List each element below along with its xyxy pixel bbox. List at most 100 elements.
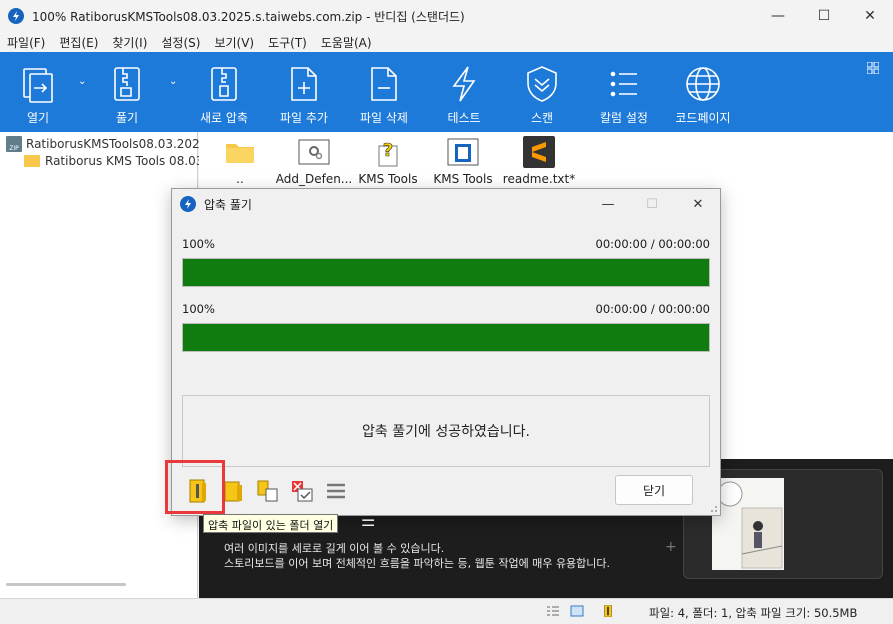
codepage-button[interactable]: 코드페이지 — [672, 52, 734, 132]
svg-text:?: ? — [383, 140, 393, 161]
tree-folder-label: Ratiborus KMS Tools 08.03. — [45, 154, 208, 168]
close-dialog-button[interactable]: 닫기 — [615, 475, 693, 505]
folder-status-icon[interactable] — [601, 605, 615, 617]
toolbar: 열기 ⌄ 풀기 ⌄ 새로 압축 파일 추가 파일 삭제 테스트 스캔 칼럼 설정… — [0, 52, 893, 132]
open-button[interactable]: 열기 — [18, 52, 58, 132]
file-item-kms-tools-help[interactable]: ? KMS Tools — [347, 136, 429, 186]
dialog-title: 압축 풀기 — [204, 197, 252, 212]
result-message-box: 압축 풀기에 성공하였습니다. — [182, 395, 710, 467]
file-name: KMS Tools — [358, 172, 418, 186]
menu-icon[interactable] — [324, 479, 348, 503]
file-item-kms-tools-app[interactable]: KMS Tools — [422, 136, 504, 186]
zip-file-icon: ZIP — [6, 136, 22, 152]
folder-icon — [24, 155, 40, 167]
settings-file-icon — [298, 139, 330, 165]
sublime-icon — [523, 136, 555, 168]
file-item-parent[interactable]: .. — [199, 136, 281, 186]
scan-button[interactable]: 스캔 — [520, 52, 564, 132]
maximize-button[interactable]: ☐ — [801, 0, 847, 32]
delete-file-button[interactable]: 파일 삭제 — [356, 52, 412, 132]
storyboard-preview-image — [712, 478, 784, 570]
tree-item-archive-root[interactable]: ZIP RatiborusKMSTools08.03.2025. — [6, 135, 211, 153]
open-label: 열기 — [26, 111, 50, 125]
test-label: 테스트 — [447, 111, 481, 125]
shield-icon — [527, 66, 557, 102]
extract-button[interactable]: 풀기 — [107, 52, 147, 132]
tree-item-folder[interactable]: Ratiborus KMS Tools 08.03. — [24, 152, 207, 170]
add-file-icon — [291, 67, 317, 101]
banner-description: 여러 이미지를 세로로 길게 이어 볼 수 있습니다. 스토리보드를 이어 보며… — [224, 541, 610, 571]
progress-fill-total — [183, 324, 709, 351]
dialog-minimize-button[interactable]: — — [586, 189, 630, 219]
dialog-title-bar: 압축 풀기 — ☐ ✕ — [172, 189, 720, 219]
minimize-button[interactable]: — — [755, 0, 801, 32]
file-item-readme[interactable]: readme.txt* — [498, 136, 580, 186]
file-name: KMS Tools — [433, 172, 493, 186]
file-name: .. — [236, 172, 244, 186]
dialog-maximize-button: ☐ — [646, 196, 658, 212]
menu-view[interactable]: 보기(V) — [207, 34, 261, 51]
column-settings-button[interactable]: 칼럼 설정 — [594, 52, 654, 132]
details-view-icon[interactable] — [546, 605, 560, 617]
tooltip: 압축 파일이 있는 폴더 열기 — [203, 514, 339, 533]
status-bar: 파일: 4, 폴더: 1, 압축 파일 크기: 50.5MB — [0, 598, 893, 624]
thumbnail-view-icon[interactable] — [570, 605, 584, 617]
status-text: 파일: 4, 폴더: 1, 압축 파일 크기: 50.5MB — [649, 606, 858, 620]
progress-bar-total — [182, 323, 710, 352]
tree-horizontal-scrollbar[interactable] — [6, 583, 126, 586]
test-button[interactable]: 테스트 — [440, 52, 488, 132]
scan-label: 스캔 — [530, 111, 554, 125]
banner-line-1: 여러 이미지를 세로로 길게 이어 볼 수 있습니다. — [224, 542, 445, 555]
menu-tools[interactable]: 도구(T) — [261, 34, 314, 51]
menu-help[interactable]: 도움말(A) — [314, 34, 379, 51]
file-name: Add_Defen... — [275, 172, 353, 186]
menu-file[interactable]: 파일(F) — [0, 34, 52, 51]
menu-edit[interactable]: 편집(E) — [52, 34, 105, 51]
copy-files-icon[interactable] — [256, 479, 280, 503]
app-window-icon — [447, 138, 479, 166]
resize-grip-icon[interactable] — [708, 503, 718, 513]
extract-label: 풀기 — [115, 111, 139, 125]
menu-settings[interactable]: 설정(S) — [154, 34, 207, 51]
new-archive-icon — [211, 67, 237, 101]
add-file-label: 파일 추가 — [280, 111, 328, 125]
open-dropdown-icon[interactable]: ⌄ — [78, 76, 86, 87]
bandizip-app-icon — [180, 196, 196, 212]
file-name: readme.txt* — [502, 172, 576, 186]
delete-file-label: 파일 삭제 — [360, 111, 408, 125]
bandizip-app-icon — [8, 8, 24, 24]
banner-line-2: 스토리보드를 이어 보며 전체적인 흐름을 파악하는 등, 웹툰 작업에 매우 … — [224, 557, 611, 570]
dialog-close-button[interactable]: ✕ — [676, 189, 720, 219]
folder-icon — [226, 144, 254, 163]
progress-fill-current — [183, 259, 709, 286]
highlight-box — [165, 460, 225, 514]
banner-plus: + — [665, 539, 677, 555]
menu-find[interactable]: 찾기(I) — [105, 34, 154, 51]
add-file-button[interactable]: 파일 추가 — [276, 52, 332, 132]
lightning-icon — [452, 66, 476, 102]
column-settings-label: 칼럼 설정 — [600, 111, 648, 125]
folder-tree: ZIP RatiborusKMSTools08.03.2025. Ratibor… — [0, 132, 211, 598]
new-archive-button[interactable]: 새로 압축 — [196, 52, 252, 132]
progress-2-time: 00:00:00 / 00:00:00 — [595, 302, 710, 316]
layout-grid-icon[interactable] — [867, 62, 879, 74]
globe-icon — [686, 67, 720, 101]
delete-archive-icon[interactable] — [290, 479, 314, 503]
title-bar: 100% RatiborusKMSTools08.03.2025.s.taiwe… — [0, 0, 893, 32]
open-folder-icon[interactable] — [222, 479, 246, 503]
result-message: 압축 풀기에 성공하였습니다. — [362, 424, 530, 440]
progress-bar-current — [182, 258, 710, 287]
extract-dialog: 압축 풀기 — ☐ ✕ 100% 00:00:00 / 00:00:00 100… — [171, 188, 721, 516]
extract-dropdown-icon[interactable]: ⌄ — [169, 76, 177, 87]
window-title: 100% RatiborusKMSTools08.03.2025.s.taiwe… — [32, 9, 465, 24]
menu-bar: 파일(F) 편집(E) 찾기(I) 설정(S) 보기(V) 도구(T) 도움말(… — [0, 32, 893, 52]
close-window-button[interactable]: ✕ — [847, 0, 893, 32]
help-file-icon: ? — [378, 140, 398, 167]
tree-root-label: RatiborusKMSTools08.03.2025. — [26, 137, 212, 151]
progress-1-time: 00:00:00 / 00:00:00 — [595, 237, 710, 251]
codepage-label: 코드페이지 — [675, 111, 731, 125]
file-item-add-defender[interactable]: Add_Defen... — [273, 136, 355, 186]
list-icon — [610, 71, 637, 97]
delete-file-icon — [371, 67, 397, 101]
open-archive-icon — [23, 68, 53, 103]
